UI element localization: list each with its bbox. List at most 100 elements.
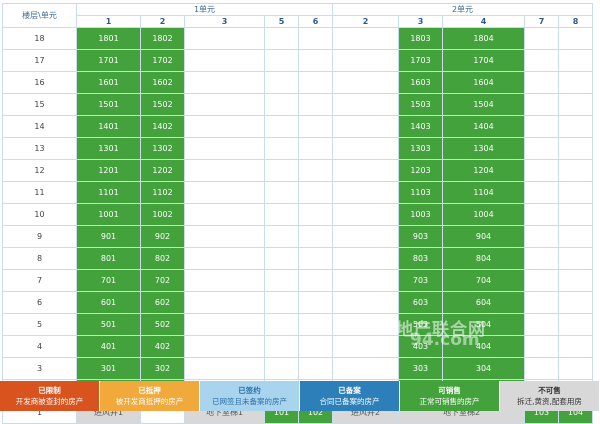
empty-cell <box>298 49 333 72</box>
room-cell[interactable]: 1603 <box>398 71 443 94</box>
room-cell[interactable]: 701 <box>76 269 141 292</box>
room-cell[interactable]: 1003 <box>398 203 443 226</box>
empty-cell <box>558 137 593 160</box>
room-cell[interactable]: 1001 <box>76 203 141 226</box>
legend-item: 不可售 拆迁,黄资,配套用房 <box>500 381 600 411</box>
empty-cell <box>184 71 265 94</box>
room-cell[interactable]: 902 <box>140 225 185 248</box>
room-cell[interactable]: 304 <box>442 357 525 380</box>
room-cell[interactable]: 1502 <box>140 93 185 116</box>
room-cell[interactable]: 1301 <box>76 137 141 160</box>
empty-cell <box>264 27 299 50</box>
room-cell[interactable]: 802 <box>140 247 185 270</box>
room-cell[interactable]: 1002 <box>140 203 185 226</box>
room-cell[interactable]: 1103 <box>398 181 443 204</box>
floor-label: 4 <box>2 335 77 358</box>
empty-cell <box>298 313 333 336</box>
room-cell[interactable]: 1703 <box>398 49 443 72</box>
room-cell[interactable]: 603 <box>398 291 443 314</box>
room-cell[interactable]: 1204 <box>442 159 525 182</box>
room-cell[interactable]: 1601 <box>76 71 141 94</box>
room-cell[interactable]: 504 <box>442 313 525 336</box>
room-cell[interactable]: 804 <box>442 247 525 270</box>
room-cell[interactable]: 704 <box>442 269 525 292</box>
room-cell[interactable]: 1302 <box>140 137 185 160</box>
room-cell[interactable]: 1701 <box>76 49 141 72</box>
floor-label: 8 <box>2 247 77 270</box>
room-cell[interactable]: 1202 <box>140 159 185 182</box>
room-cell[interactable]: 1104 <box>442 181 525 204</box>
empty-cell <box>298 181 333 204</box>
room-cell[interactable]: 1702 <box>140 49 185 72</box>
room-cell[interactable]: 1803 <box>398 27 443 50</box>
room-cell[interactable]: 903 <box>398 225 443 248</box>
floor-label: 10 <box>2 203 77 226</box>
room-cell[interactable]: 1203 <box>398 159 443 182</box>
room-cell[interactable]: 901 <box>76 225 141 248</box>
room-cell[interactable]: 1102 <box>140 181 185 204</box>
room-cell[interactable]: 1101 <box>76 181 141 204</box>
room-cell[interactable]: 1602 <box>140 71 185 94</box>
room-cell[interactable]: 601 <box>76 291 141 314</box>
room-cell[interactable]: 302 <box>140 357 185 380</box>
room-cell[interactable]: 403 <box>398 335 443 358</box>
room-cell[interactable]: 1501 <box>76 93 141 116</box>
empty-cell <box>264 159 299 182</box>
room-cell[interactable]: 1201 <box>76 159 141 182</box>
empty-cell <box>332 247 399 270</box>
room-cell[interactable]: 303 <box>398 357 443 380</box>
room-cell[interactable]: 301 <box>76 357 141 380</box>
room-cell[interactable]: 1604 <box>442 71 525 94</box>
empty-cell <box>524 357 559 380</box>
empty-cell <box>524 313 559 336</box>
floor-label: 9 <box>2 225 77 248</box>
floor-label: 18 <box>2 27 77 50</box>
empty-cell <box>264 335 299 358</box>
room-cell[interactable]: 1403 <box>398 115 443 138</box>
room-cell[interactable]: 1801 <box>76 27 141 50</box>
empty-cell <box>332 137 399 160</box>
empty-cell <box>558 203 593 226</box>
room-cell[interactable]: 803 <box>398 247 443 270</box>
floor-row: 9 901 902 903 904 <box>2 225 593 248</box>
empty-cell <box>264 137 299 160</box>
empty-cell <box>332 71 399 94</box>
legend-title: 已抵押 <box>138 386 161 395</box>
empty-cell <box>184 181 265 204</box>
empty-cell <box>558 27 593 50</box>
room-cell[interactable]: 703 <box>398 269 443 292</box>
room-cell[interactable]: 801 <box>76 247 141 270</box>
legend-title: 已限制 <box>38 386 61 395</box>
room-cell[interactable]: 1401 <box>76 115 141 138</box>
room-cell[interactable]: 1802 <box>140 27 185 50</box>
empty-cell <box>264 71 299 94</box>
empty-cell <box>558 313 593 336</box>
room-cell[interactable]: 1304 <box>442 137 525 160</box>
room-cell[interactable]: 1503 <box>398 93 443 116</box>
room-cell[interactable]: 702 <box>140 269 185 292</box>
room-cell[interactable]: 1004 <box>442 203 525 226</box>
empty-cell <box>184 93 265 116</box>
room-cell[interactable]: 404 <box>442 335 525 358</box>
room-cell[interactable]: 604 <box>442 291 525 314</box>
empty-cell <box>558 71 593 94</box>
room-cell[interactable]: 502 <box>140 313 185 336</box>
room-cell[interactable]: 1303 <box>398 137 443 160</box>
empty-cell <box>332 159 399 182</box>
room-cell[interactable]: 1804 <box>442 27 525 50</box>
empty-cell <box>184 225 265 248</box>
room-cell[interactable]: 904 <box>442 225 525 248</box>
room-cell[interactable]: 501 <box>76 313 141 336</box>
floor-row: 13 1301 1302 1303 1304 <box>2 137 593 160</box>
empty-cell <box>332 269 399 292</box>
floor-row: 3 301 302 303 304 <box>2 357 593 380</box>
room-cell[interactable]: 401 <box>76 335 141 358</box>
room-header: 3 <box>184 15 265 28</box>
room-cell[interactable]: 1504 <box>442 93 525 116</box>
room-cell[interactable]: 602 <box>140 291 185 314</box>
room-cell[interactable]: 1404 <box>442 115 525 138</box>
room-cell[interactable]: 503 <box>398 313 443 336</box>
room-cell[interactable]: 1402 <box>140 115 185 138</box>
room-cell[interactable]: 402 <box>140 335 185 358</box>
room-cell[interactable]: 1704 <box>442 49 525 72</box>
